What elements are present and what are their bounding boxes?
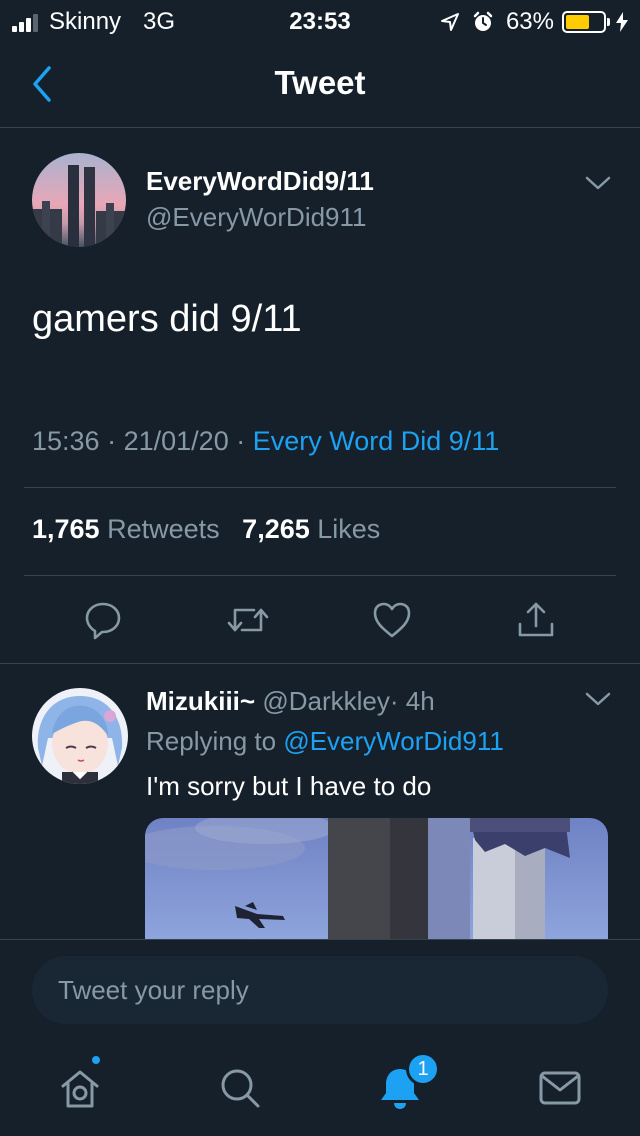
reply-age: 4h bbox=[405, 686, 435, 716]
replying-to-label: Replying to bbox=[146, 726, 277, 756]
tweet-time: 15:36 bbox=[32, 426, 100, 456]
chevron-down-icon bbox=[585, 692, 611, 706]
share-button[interactable] bbox=[514, 598, 558, 642]
tweet-menu-button[interactable] bbox=[584, 174, 612, 197]
tweet-date: 21/01/20 bbox=[123, 426, 229, 456]
retweet-button[interactable] bbox=[226, 598, 270, 642]
battery-percent: 63% bbox=[505, 8, 554, 35]
reply-author-name[interactable]: Mizukiii~ bbox=[146, 686, 255, 716]
navigation-bar: Tweet bbox=[0, 42, 640, 128]
reply-text: I'm sorry but I have to do bbox=[146, 771, 432, 801]
reply-media-image[interactable] bbox=[145, 818, 608, 939]
likes-count: 7,265 bbox=[242, 514, 310, 544]
divider bbox=[24, 487, 616, 488]
page-title: Tweet bbox=[274, 64, 366, 101]
tweet-source-link[interactable]: Every Word Did 9/11 bbox=[253, 426, 500, 456]
home-icon bbox=[61, 1070, 99, 1108]
reply-compose-box[interactable] bbox=[32, 956, 608, 1024]
tab-search[interactable] bbox=[214, 1062, 266, 1114]
status-right: 63% bbox=[440, 8, 628, 36]
home-new-indicator bbox=[90, 1054, 102, 1066]
reply-header: Mizukiii~ @Darkkley· 4h bbox=[146, 686, 435, 717]
reply-author-handle[interactable]: @Darkkley bbox=[262, 686, 390, 716]
replying-to-mention[interactable]: @EveryWorDid911 bbox=[283, 726, 504, 756]
tweet-detail-screen: Skinny 3G 23:53 63% Tweet EveryWordDid9/… bbox=[0, 0, 640, 1136]
replying-to-line: Replying to @EveryWorDid911 bbox=[146, 726, 504, 757]
meta-separator: · bbox=[107, 426, 117, 456]
chevron-down-icon bbox=[585, 176, 611, 190]
reply-input[interactable] bbox=[32, 956, 608, 1024]
author-avatar[interactable] bbox=[32, 153, 126, 247]
notifications-badge: 1 bbox=[406, 1052, 440, 1086]
divider bbox=[24, 575, 616, 576]
reply-menu-button[interactable] bbox=[584, 690, 612, 713]
tweet-stats: 1,765 Retweets 7,265 Likes bbox=[32, 514, 380, 545]
share-icon bbox=[518, 602, 554, 637]
retweets-count: 1,765 bbox=[32, 514, 100, 544]
status-bar: Skinny 3G 23:53 63% bbox=[0, 0, 640, 42]
author-name[interactable]: EveryWordDid9/11 bbox=[146, 166, 374, 197]
envelope-icon bbox=[539, 1071, 581, 1105]
reply-author-avatar[interactable] bbox=[32, 688, 128, 784]
tweet-meta: 15:36 · 21/01/20 · Every Word Did 9/11 bbox=[32, 426, 499, 457]
reply-separator: · bbox=[389, 686, 399, 716]
heart-icon bbox=[373, 602, 411, 638]
battery-level bbox=[566, 15, 589, 29]
alarm-icon bbox=[472, 11, 494, 33]
author-handle[interactable]: @EveryWorDid911 bbox=[146, 202, 367, 233]
tweet-actions bbox=[0, 598, 640, 642]
like-button[interactable] bbox=[370, 598, 414, 642]
retweets-stat[interactable]: 1,765 Retweets bbox=[32, 514, 220, 544]
tab-messages[interactable] bbox=[534, 1062, 586, 1114]
likes-stat[interactable]: 7,265 Likes bbox=[242, 514, 380, 544]
reply-icon bbox=[85, 602, 121, 640]
retweets-label: Retweets bbox=[107, 514, 220, 544]
tweet-text: gamers did 9/11 bbox=[32, 298, 302, 340]
retweet-icon bbox=[227, 608, 269, 632]
location-arrow-icon bbox=[440, 12, 460, 32]
search-icon bbox=[221, 1069, 260, 1108]
meta-separator: · bbox=[236, 426, 246, 456]
battery-icon bbox=[562, 11, 610, 33]
tab-home[interactable] bbox=[54, 1062, 106, 1114]
divider bbox=[0, 663, 640, 664]
charging-bolt-icon bbox=[616, 12, 628, 32]
likes-label: Likes bbox=[317, 514, 381, 544]
reply-button[interactable] bbox=[81, 598, 125, 642]
